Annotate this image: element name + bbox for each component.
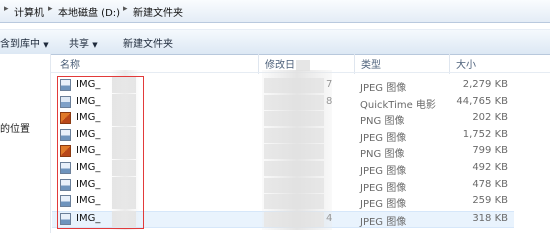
column-header-name[interactable]: 名称 xyxy=(60,56,80,73)
redaction-blur xyxy=(264,78,324,93)
chevron-down-icon: ▼ xyxy=(43,41,49,49)
redaction-blur xyxy=(112,93,136,110)
file-size: 2,279 KB xyxy=(462,79,508,90)
new-folder-button[interactable]: 新建文件夹 xyxy=(123,35,173,50)
command-toolbar: 含到库中 ▼ 共享 ▼ 新建文件夹 xyxy=(0,29,550,55)
file-row[interactable]: IMG_ JPEG 图像 1,752 KB xyxy=(52,126,514,144)
redaction-blur xyxy=(112,193,136,210)
redaction-blur xyxy=(264,144,324,160)
file-type: QuickTime 电影 xyxy=(360,99,436,111)
file-row[interactable]: IMG_ JPEG 图像 259 KB xyxy=(52,193,514,211)
file-row[interactable]: IMG_ PNG 图像 799 KB xyxy=(52,143,514,161)
column-header-modified[interactable]: 修改日 xyxy=(265,56,310,73)
redaction-blur xyxy=(264,211,324,227)
file-name: IMG_ xyxy=(76,162,101,173)
include-in-library-label: 含到库中 xyxy=(0,39,40,50)
file-date-modified: 8 xyxy=(326,95,333,107)
jpeg-file-icon xyxy=(60,178,71,191)
file-type: JPEG 图像 xyxy=(360,166,407,177)
file-date-modified: 7 xyxy=(326,79,333,90)
redaction-blur xyxy=(112,126,136,143)
file-type: JPEG 图像 xyxy=(360,199,407,211)
file-size: 799 KB xyxy=(472,145,508,157)
png-file-icon xyxy=(60,112,71,125)
jpeg-file-icon xyxy=(60,79,71,91)
redaction-blur xyxy=(112,77,136,93)
navigation-pane[interactable]: 的位置 xyxy=(0,54,51,233)
file-size: 1,752 KB xyxy=(462,128,508,140)
redaction-blur xyxy=(264,111,324,127)
file-type: PNG 图像 xyxy=(360,149,405,161)
redaction-blur xyxy=(112,160,136,176)
jpeg-file-icon xyxy=(60,195,71,208)
file-size: 318 KB xyxy=(472,212,508,224)
file-name: IMG_ xyxy=(76,195,101,207)
file-size: 492 KB xyxy=(472,162,508,173)
file-type: JPEG 图像 xyxy=(360,182,407,194)
breadcrumb-local-disk[interactable]: 本地磁盘 (D:) xyxy=(58,4,120,19)
column-divider[interactable] xyxy=(258,54,259,74)
file-row[interactable]: IMG_ 8 QuickTime 电影 44,765 KB xyxy=(52,93,514,111)
file-row[interactable]: IMG_ 4 JPEG 图像 318 KB xyxy=(52,210,514,228)
redaction-blur xyxy=(264,94,324,110)
file-size: 478 KB xyxy=(472,178,508,190)
redaction-blur xyxy=(112,143,136,160)
file-type: PNG 图像 xyxy=(360,116,405,128)
file-name: IMG_ xyxy=(76,178,101,190)
file-name: IMG_ xyxy=(76,95,101,107)
nav-item-location[interactable]: 的位置 xyxy=(0,120,30,135)
redaction-blur xyxy=(264,161,324,176)
breadcrumb-new-folder[interactable]: 新建文件夹 xyxy=(133,4,183,19)
redaction-blur xyxy=(264,194,324,210)
file-type: JPEG 图像 xyxy=(360,132,407,144)
redaction-blur xyxy=(264,177,324,193)
redaction-blur xyxy=(112,176,136,193)
file-name: IMG_ xyxy=(76,112,101,124)
png-file-icon xyxy=(60,145,71,158)
jpeg-file-icon xyxy=(60,162,71,174)
redaction-blur xyxy=(112,210,136,227)
jpeg-file-icon xyxy=(60,128,71,141)
column-divider[interactable] xyxy=(354,54,355,74)
column-divider[interactable] xyxy=(449,54,450,74)
file-size: 202 KB xyxy=(472,112,508,124)
file-row[interactable]: IMG_ JPEG 图像 492 KB xyxy=(52,160,514,177)
breadcrumb-separator-icon[interactable]: ▸ xyxy=(48,4,53,14)
include-in-library-button[interactable]: 含到库中 ▼ xyxy=(0,35,49,50)
breadcrumb-separator-icon[interactable]: ▸ xyxy=(123,4,128,14)
breadcrumb-computer[interactable]: 计算机 xyxy=(14,4,44,19)
redaction-blur xyxy=(264,127,324,143)
file-name: IMG_ xyxy=(76,128,101,140)
file-name: IMG_ xyxy=(76,212,101,224)
file-row[interactable]: IMG_ JPEG 图像 478 KB xyxy=(52,176,514,194)
file-size: 259 KB xyxy=(472,195,508,207)
quicktime-file-icon xyxy=(60,95,71,108)
share-button[interactable]: 共享 ▼ xyxy=(69,35,98,50)
breadcrumb-separator-icon[interactable]: ▸ xyxy=(4,4,9,14)
file-date-modified: 4 xyxy=(326,212,333,224)
column-header-size[interactable]: 大小 xyxy=(456,56,476,73)
header-separator xyxy=(51,72,550,73)
redaction-blur xyxy=(112,110,136,127)
jpeg-file-icon xyxy=(60,212,71,225)
file-name: IMG_ xyxy=(76,79,101,90)
address-bar[interactable]: ▸ 计算机 ▸ 本地磁盘 (D:) ▸ 新建文件夹 xyxy=(0,0,550,23)
file-type: JPEG 图像 xyxy=(360,83,407,94)
file-name: IMG_ xyxy=(76,145,101,157)
column-header-type[interactable]: 类型 xyxy=(361,56,381,73)
share-label: 共享 xyxy=(69,39,89,50)
redaction-blur xyxy=(296,59,310,71)
file-size: 44,765 KB xyxy=(456,95,508,107)
column-header-modified-label: 修改日 xyxy=(265,60,295,71)
file-row[interactable]: IMG_ PNG 图像 202 KB xyxy=(52,110,514,128)
file-type: JPEG 图像 xyxy=(360,216,407,228)
file-row[interactable]: IMG_ 7 JPEG 图像 2,279 KB xyxy=(52,77,514,94)
chevron-down-icon: ▼ xyxy=(92,41,98,49)
